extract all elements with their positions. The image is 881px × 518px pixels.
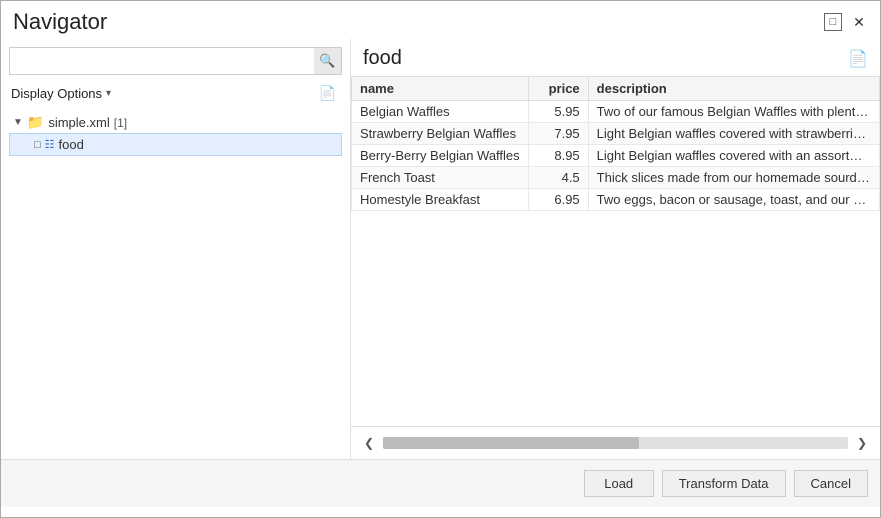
table-row[interactable]: Homestyle Breakfast6.95Two eggs, bacon o…: [352, 189, 880, 211]
cell-description: Two of our famous Belgian Waffles with p…: [588, 101, 879, 123]
preview-icon: 📄: [319, 85, 336, 101]
left-panel: 🔍 Display Options ▾ 📄 ▼ 📁 simple.xml [1]…: [1, 39, 351, 459]
tree-area: ▼ 📁 simple.xml [1] □ ☷ food: [9, 112, 342, 451]
cancel-button[interactable]: Cancel: [794, 470, 868, 497]
export-icon: 📄: [848, 51, 868, 68]
col-header-name: name: [352, 77, 529, 101]
scrollbar-area: ❮ ❯: [351, 426, 880, 459]
scroll-right-button[interactable]: ❯: [852, 433, 872, 453]
cell-price: 8.95: [528, 145, 588, 167]
cell-price: 5.95: [528, 101, 588, 123]
cell-name: Belgian Waffles: [352, 101, 529, 123]
export-button[interactable]: 📄: [848, 49, 868, 69]
right-header: food 📄: [351, 39, 880, 76]
table-row[interactable]: Strawberry Belgian Waffles7.95Light Belg…: [352, 123, 880, 145]
chevron-down-icon: ▼: [13, 117, 23, 128]
data-table: name price description Belgian Waffles5.…: [351, 76, 880, 211]
window-title: Navigator: [13, 9, 107, 35]
folder-icon: 📁: [27, 114, 44, 131]
cell-name: French Toast: [352, 167, 529, 189]
search-button[interactable]: 🔍: [314, 47, 342, 75]
tree-child-item[interactable]: □ ☷ food: [9, 133, 342, 156]
window-controls: □ ✕: [824, 13, 868, 31]
title-bar: Navigator □ ✕: [1, 1, 880, 39]
tree-root-badge: [1]: [114, 116, 127, 130]
cell-description: Light Belgian waffles covered with an as…: [588, 145, 879, 167]
table-row[interactable]: Berry-Berry Belgian Waffles8.95Light Bel…: [352, 145, 880, 167]
tree-root-label: simple.xml: [48, 115, 109, 130]
minimize-button[interactable]: □: [824, 13, 842, 31]
grid-icon: ☷: [45, 138, 55, 151]
cell-price: 6.95: [528, 189, 588, 211]
cell-name: Strawberry Belgian Waffles: [352, 123, 529, 145]
display-options-arrow-icon: ▾: [106, 88, 111, 99]
cell-price: 4.5: [528, 167, 588, 189]
cell-description: Two eggs, bacon or sausage, toast, and o…: [588, 189, 879, 211]
scrollbar-track[interactable]: [383, 437, 848, 449]
load-button[interactable]: Load: [584, 470, 654, 497]
table-row[interactable]: Belgian Waffles5.95Two of our famous Bel…: [352, 101, 880, 123]
display-options-row: Display Options ▾ 📄: [9, 83, 342, 104]
footer: Load Transform Data Cancel: [1, 459, 880, 507]
search-input[interactable]: [9, 47, 342, 75]
display-options-label: Display Options: [11, 86, 102, 101]
col-header-description: description: [588, 77, 879, 101]
table-row[interactable]: French Toast4.5Thick slices made from ou…: [352, 167, 880, 189]
right-panel: food 📄 name price description Belgian Wa…: [351, 39, 880, 459]
table-header-row: name price description: [352, 77, 880, 101]
cell-name: Homestyle Breakfast: [352, 189, 529, 211]
display-options-button[interactable]: Display Options ▾: [11, 86, 111, 101]
col-header-price: price: [528, 77, 588, 101]
cell-description: Light Belgian waffles covered with straw…: [588, 123, 879, 145]
tree-root-item[interactable]: ▼ 📁 simple.xml [1]: [9, 112, 342, 133]
transform-data-button[interactable]: Transform Data: [662, 470, 786, 497]
data-table-wrap: name price description Belgian Waffles5.…: [351, 76, 880, 426]
cell-name: Berry-Berry Belgian Waffles: [352, 145, 529, 167]
cell-price: 7.95: [528, 123, 588, 145]
scroll-left-button[interactable]: ❮: [359, 433, 379, 453]
tree-child-label: food: [59, 137, 84, 152]
cell-description: Thick slices made from our homemade sour…: [588, 167, 879, 189]
close-button[interactable]: ✕: [850, 13, 868, 31]
search-icon: 🔍: [319, 53, 335, 69]
load-preview-button[interactable]: 📄: [315, 83, 340, 104]
file-icon: □: [34, 139, 41, 151]
scrollbar-thumb[interactable]: [383, 437, 639, 449]
right-panel-title: food: [363, 47, 402, 70]
search-box: 🔍: [9, 47, 342, 75]
main-layout: 🔍 Display Options ▾ 📄 ▼ 📁 simple.xml [1]…: [1, 39, 880, 459]
